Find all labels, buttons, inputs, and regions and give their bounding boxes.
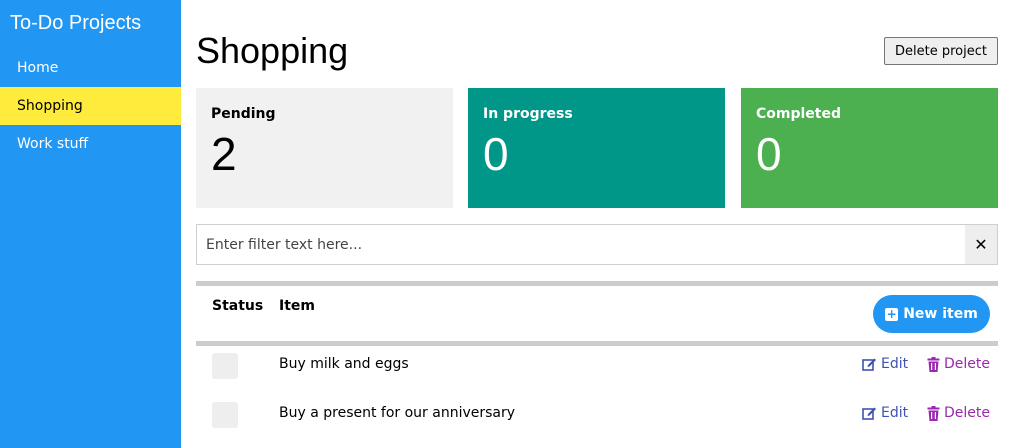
delete-project-button[interactable]: Delete project [884, 37, 998, 65]
in-progress-count: 0 [483, 128, 509, 180]
edit-label: Edit [881, 405, 909, 421]
sidebar-item-work-stuff[interactable]: Work stuff [0, 125, 181, 163]
trash-icon [927, 405, 940, 421]
status-column-header: Status [212, 298, 264, 314]
delete-button[interactable]: Delete [927, 356, 990, 372]
table-row: Buy milk and eggs Edit Delete [196, 345, 998, 385]
in-progress-label: In progress [483, 106, 573, 122]
status-checkbox[interactable] [212, 402, 238, 428]
pending-label: Pending [211, 106, 276, 122]
item-text: Buy milk and eggs [279, 356, 409, 372]
pending-card: Pending 2 [196, 88, 453, 208]
item-text: Buy a present for our anniversary [279, 405, 516, 421]
edit-icon [862, 406, 877, 420]
sidebar: To-Do Projects Home Shopping Work stuff [0, 0, 181, 448]
delete-button[interactable]: Delete [927, 405, 990, 421]
table-top-divider [196, 281, 998, 286]
completed-card: Completed 0 [741, 88, 998, 208]
delete-label: Delete [944, 356, 990, 372]
sidebar-item-shopping[interactable]: Shopping [0, 87, 181, 125]
delete-label: Delete [944, 405, 990, 421]
status-checkbox[interactable] [212, 353, 238, 379]
edit-icon [862, 357, 877, 371]
main-content: Shopping Delete project Pending 2 In pro… [181, 0, 1015, 448]
plus-square-icon: + [885, 306, 899, 321]
page-title: Shopping [196, 30, 349, 71]
completed-label: Completed [756, 106, 842, 122]
filter-bar: ✕ [196, 224, 998, 265]
trash-icon [927, 356, 940, 372]
item-column-header: Item [279, 298, 315, 314]
new-item-button[interactable]: + New item [873, 295, 990, 333]
edit-label: Edit [881, 356, 909, 372]
filter-input[interactable] [197, 225, 965, 264]
edit-button[interactable]: Edit [862, 405, 908, 421]
close-icon: ✕ [974, 235, 988, 254]
pending-count: 2 [211, 128, 237, 180]
clear-filter-button[interactable]: ✕ [965, 225, 997, 264]
table-row: Buy a present for our anniversary Edit D… [196, 394, 998, 434]
app-root: To-Do Projects Home Shopping Work stuff … [0, 0, 1015, 448]
new-item-label: New item [903, 306, 978, 322]
edit-button[interactable]: Edit [862, 356, 908, 372]
sidebar-item-home[interactable]: Home [0, 49, 181, 87]
sidebar-title: To-Do Projects [10, 12, 142, 34]
in-progress-card: In progress 0 [468, 88, 725, 208]
completed-count: 0 [756, 128, 782, 180]
